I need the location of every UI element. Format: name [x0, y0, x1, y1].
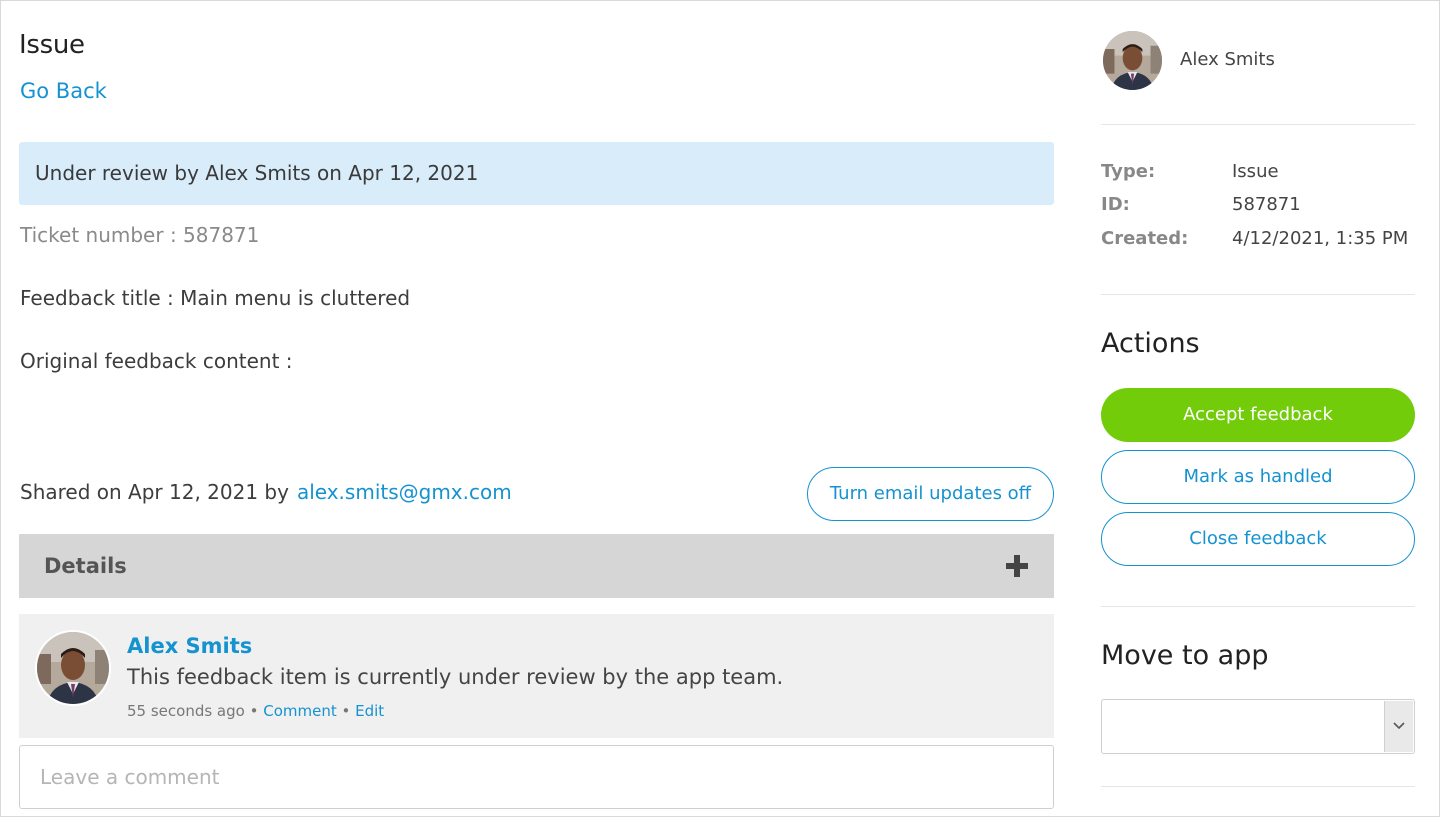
- user-avatar: [35, 630, 111, 706]
- comment-input[interactable]: [19, 745, 1054, 809]
- details-accordion[interactable]: Details: [19, 534, 1054, 598]
- divider: [1101, 606, 1415, 607]
- shared-info: Shared on Apr 12, 2021 by alex.smits@gmx.…: [20, 480, 512, 504]
- plus-icon[interactable]: [1006, 555, 1028, 577]
- sidebar-user-name: Alex Smits: [1180, 49, 1275, 70]
- divider: [1101, 786, 1415, 787]
- comment-time: 55 seconds ago: [127, 702, 245, 720]
- divider: [1101, 124, 1415, 125]
- move-to-app-select[interactable]: [1101, 699, 1415, 754]
- actions-title: Actions: [1101, 328, 1200, 359]
- comment-author-link[interactable]: Alex Smits: [127, 634, 252, 658]
- divider: [1101, 294, 1415, 295]
- comment-text: This feedback item is currently under re…: [127, 665, 784, 689]
- meta-value: Issue: [1232, 161, 1279, 182]
- comment-item: Alex Smits This feedback item is current…: [19, 614, 1054, 738]
- select-arrow[interactable]: [1384, 701, 1413, 752]
- mark-as-handled-button[interactable]: Mark as handled: [1101, 450, 1415, 504]
- accept-feedback-button[interactable]: Accept feedback: [1101, 388, 1415, 442]
- shared-prefix: Shared on Apr 12, 2021 by: [20, 480, 289, 504]
- details-label: Details: [44, 554, 127, 578]
- original-feedback-content: Original feedback content :: [20, 349, 293, 373]
- meta-key: ID:: [1101, 194, 1130, 215]
- meta-key: Type:: [1101, 161, 1156, 182]
- meta-value: 4/12/2021, 1:35 PM: [1232, 228, 1409, 249]
- comment-edit-link[interactable]: Edit: [355, 702, 384, 720]
- status-banner: Under review by Alex Smits on Apr 12, 20…: [19, 142, 1054, 205]
- page-title: Issue: [19, 30, 85, 60]
- comment-reply-link[interactable]: Comment: [263, 702, 337, 720]
- feedback-title: Feedback title : Main menu is cluttered: [20, 286, 411, 310]
- shared-email-link[interactable]: alex.smits@gmx.com: [297, 480, 512, 504]
- meta-separator: •: [244, 702, 264, 720]
- go-back-link[interactable]: Go Back: [20, 79, 107, 103]
- meta-value: 587871: [1232, 194, 1301, 215]
- close-feedback-button[interactable]: Close feedback: [1101, 512, 1415, 566]
- email-updates-toggle-button[interactable]: Turn email updates off: [807, 467, 1054, 521]
- comment-meta: 55 seconds ago • Comment • Edit: [127, 702, 384, 720]
- meta-key: Created:: [1101, 228, 1189, 249]
- meta-separator: •: [336, 702, 356, 720]
- chevron-down-icon: [1393, 722, 1405, 730]
- avatar-image: [37, 632, 109, 704]
- avatar-image: [1103, 31, 1162, 90]
- sidebar-user-avatar: [1101, 29, 1164, 92]
- move-to-app-title: Move to app: [1101, 640, 1269, 671]
- ticket-number: Ticket number : 587871: [20, 223, 260, 247]
